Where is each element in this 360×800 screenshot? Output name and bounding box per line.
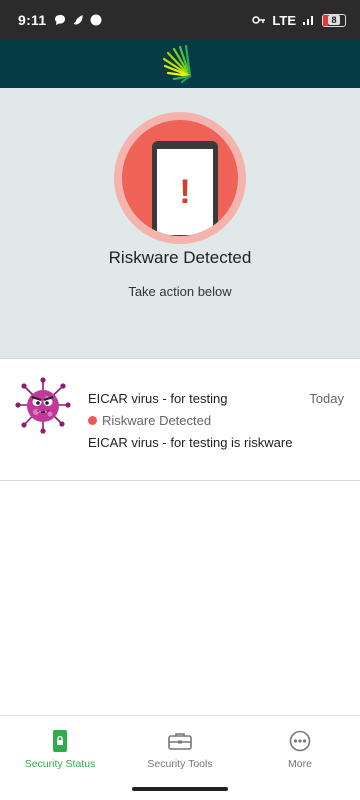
- threat-name: EICAR virus - for testing: [88, 391, 228, 406]
- more-icon: [289, 730, 311, 752]
- status-right: LTE 8: [252, 13, 346, 28]
- status-notification-icons: [54, 14, 102, 26]
- signal-icon: [303, 16, 313, 25]
- toolbox-icon: [168, 733, 192, 750]
- vpn-key-icon: [252, 16, 266, 24]
- threat-description: EICAR virus - for testing is riskware: [88, 435, 293, 450]
- status-time: 9:11: [18, 12, 47, 28]
- nav-more[interactable]: More: [240, 716, 360, 777]
- nav-label: Security Tools: [147, 758, 213, 770]
- app-bar: [0, 40, 360, 88]
- phone-alert-icon: !: [122, 120, 238, 236]
- status-bar: 9:11 LTE 8: [0, 0, 360, 40]
- battery-level: 8: [328, 15, 340, 25]
- battery-icon: 8: [322, 13, 346, 27]
- leaf-icon: [74, 15, 84, 25]
- bottom-navigation: Security Status Security Tools More: [0, 715, 360, 777]
- threat-list-item[interactable]: EICAR virus - for testing Today Riskware…: [0, 359, 360, 481]
- threat-status: Riskware Detected: [88, 413, 211, 428]
- gesture-bar: [0, 777, 360, 800]
- virus-icon: [15, 377, 71, 434]
- network-type: LTE: [272, 12, 296, 28]
- phone-graphic: !: [152, 141, 218, 236]
- record-icon: [90, 14, 102, 26]
- alert-exclamation: !: [179, 173, 191, 211]
- alert-ring: !: [114, 112, 246, 244]
- lock-icon: [53, 730, 67, 752]
- nav-label: Security Status: [24, 758, 96, 770]
- nav-label: More: [288, 758, 312, 770]
- phone-screen: !: [157, 149, 213, 235]
- home-gesture-handle[interactable]: [132, 787, 228, 791]
- alert-subtitle: Take action below: [128, 284, 232, 299]
- alert-title: Riskware Detected: [108, 248, 252, 267]
- nav-security-tools[interactable]: Security Tools: [120, 716, 240, 777]
- chat-icon: [55, 15, 66, 25]
- alert-hero: ! Riskware Detected Take action below: [0, 88, 360, 359]
- status-dot-icon: [88, 416, 97, 425]
- nav-security-status[interactable]: Security Status: [0, 716, 120, 777]
- threat-date: Today: [309, 391, 344, 406]
- lookout-fan-logo-icon: [162, 44, 192, 84]
- threat-status-label: Riskware Detected: [102, 413, 212, 428]
